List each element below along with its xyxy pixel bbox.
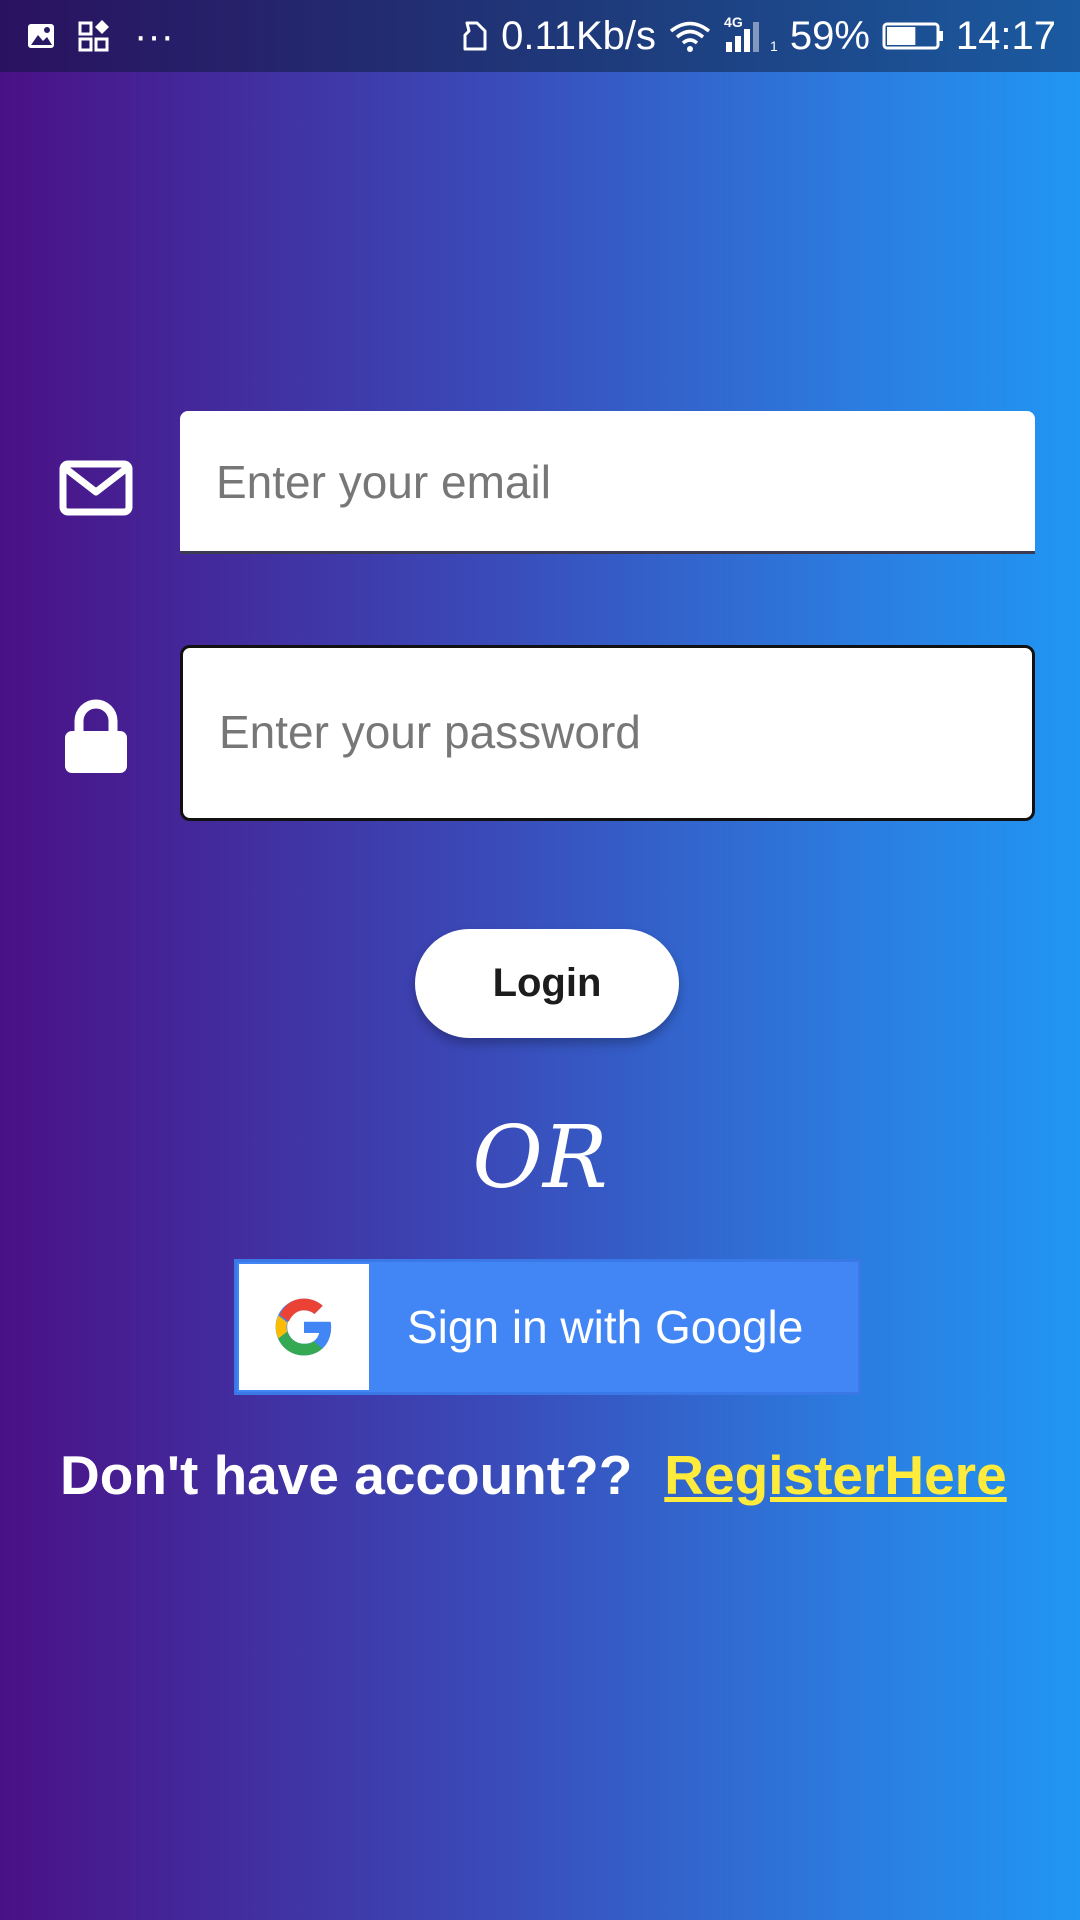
google-signin-label: Sign in with Google	[407, 1301, 804, 1353]
login-button[interactable]: Login	[415, 929, 679, 1038]
google-g-icon	[273, 1296, 335, 1358]
widgets-notification-icon	[78, 19, 112, 53]
clock: 14:17	[955, 14, 1056, 58]
register-row: Don't have account?? RegisterHere	[60, 1440, 1040, 1510]
gallery-notification-icon	[26, 21, 56, 51]
wifi-icon	[668, 19, 712, 53]
cellular-signal-icon: 4G 1	[724, 14, 778, 54]
more-notifications-indicator: ···	[134, 14, 174, 58]
google-signin-button[interactable]: Sign in with Google	[234, 1259, 861, 1395]
battery-icon	[882, 21, 944, 51]
email-field[interactable]	[180, 411, 1035, 554]
status-bar: ··· 0.11Kb/s 4G 1 59% 14:17	[0, 0, 1080, 72]
password-input[interactable]	[219, 700, 1012, 764]
network-type-label: 4G	[724, 14, 743, 30]
battery-percent: 59%	[789, 14, 870, 58]
network-speed: 0.11Kb/s	[501, 14, 657, 58]
sim-slot-label: 1	[770, 38, 778, 54]
register-prompt: Don't have account??	[60, 1444, 633, 1506]
mail-icon	[56, 452, 136, 524]
lock-icon	[60, 694, 132, 780]
status-bar-left: ···	[26, 0, 174, 72]
status-bar-right: 0.11Kb/s 4G 1 59% 14:17	[459, 0, 1056, 72]
data-saver-icon	[459, 19, 489, 53]
email-input[interactable]	[216, 451, 1015, 513]
google-logo-box	[239, 1264, 369, 1390]
password-field[interactable]	[180, 645, 1035, 821]
or-divider: OR	[472, 1108, 608, 1208]
register-link[interactable]: RegisterHere	[664, 1443, 1006, 1507]
